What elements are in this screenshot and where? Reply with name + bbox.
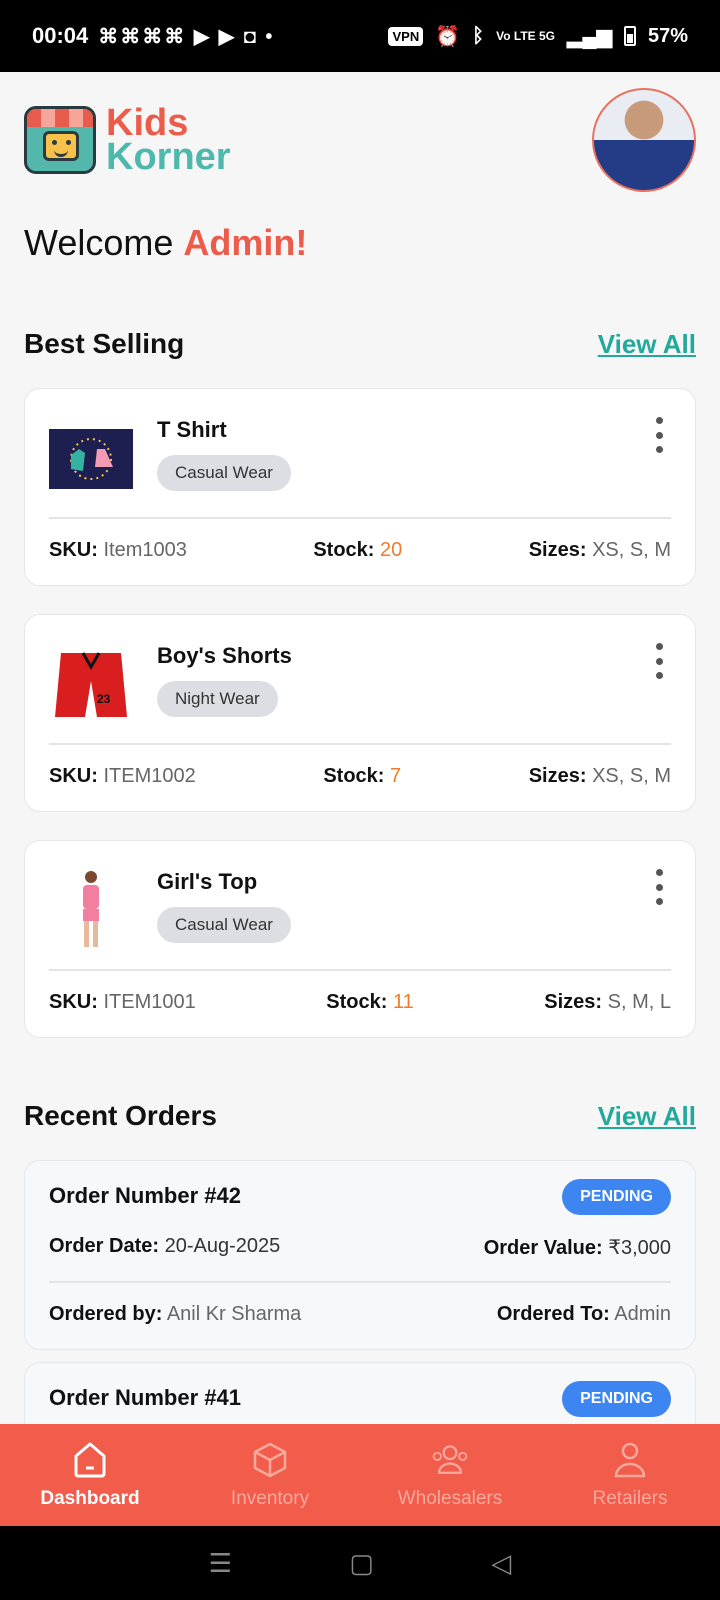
nav-label: Dashboard bbox=[40, 1488, 140, 1509]
order-value: ₹3,000 bbox=[608, 1237, 671, 1259]
sizes-value: XS, S, M bbox=[592, 539, 671, 561]
signal-icon: ▂▄▆ bbox=[567, 25, 612, 48]
nav-retailers[interactable]: Retailers bbox=[540, 1424, 720, 1526]
more-options-icon[interactable] bbox=[653, 643, 665, 679]
product-card[interactable]: 23 Boy's Shorts Night Wear SKU: ITEM1002… bbox=[24, 614, 696, 812]
user-icon bbox=[610, 1440, 650, 1480]
status-badge: PENDING bbox=[562, 1381, 671, 1417]
recent-orders-view-all-link[interactable]: View All bbox=[598, 1101, 696, 1132]
card-divider bbox=[49, 969, 671, 971]
sku-value: ITEM1002 bbox=[103, 765, 196, 787]
nav-inventory[interactable]: Inventory bbox=[180, 1424, 360, 1526]
product-meta: SKU: ITEM1002 Stock: 7 Sizes: XS, S, M bbox=[49, 765, 671, 788]
sku-label: SKU: bbox=[49, 991, 98, 1013]
order-card[interactable]: Order Number #42 PENDING Order Date: 20-… bbox=[24, 1160, 696, 1350]
home-icon bbox=[70, 1440, 110, 1480]
bottom-navigation: Dashboard Inventory Wholesalers Retailer… bbox=[0, 1424, 720, 1526]
back-icon[interactable]: ◁ bbox=[491, 1548, 511, 1579]
home-square-icon[interactable]: ▢ bbox=[349, 1548, 374, 1579]
users-icon bbox=[430, 1440, 470, 1480]
product-card[interactable]: T Shirt Casual Wear SKU: Item1003 Stock:… bbox=[24, 388, 696, 586]
stock-value: 20 bbox=[380, 539, 403, 561]
best-selling-header: Best Selling View All bbox=[24, 328, 696, 360]
app-header: Kids Korner bbox=[0, 72, 720, 222]
sizes-label: Sizes: bbox=[528, 539, 587, 561]
category-tag: Casual Wear bbox=[157, 455, 291, 491]
ordered-by-label: Ordered by: bbox=[49, 1303, 163, 1325]
status-time: 00:04 bbox=[32, 23, 89, 48]
nav-dashboard[interactable]: Dashboard bbox=[0, 1424, 180, 1526]
ordered-to-value: Admin bbox=[614, 1303, 671, 1325]
alarm-icon: ⏰ bbox=[435, 25, 461, 48]
order-date-label: Order Date: bbox=[49, 1235, 160, 1257]
product-thumbnail: 23 bbox=[49, 643, 133, 727]
welcome-name: Admin! bbox=[183, 222, 308, 263]
stock-value: 7 bbox=[390, 765, 402, 787]
sku-label: SKU: bbox=[49, 765, 98, 787]
category-tag: Casual Wear bbox=[157, 907, 291, 943]
recent-orders-header: Recent Orders View All bbox=[24, 1100, 696, 1132]
card-divider bbox=[49, 1281, 671, 1283]
svg-text:23: 23 bbox=[97, 692, 111, 706]
product-name: Boy's Shorts bbox=[157, 643, 292, 668]
nav-wholesalers[interactable]: Wholesalers bbox=[360, 1424, 540, 1526]
order-number: Order Number #42 bbox=[49, 1183, 241, 1208]
recent-orders-title: Recent Orders bbox=[24, 1100, 217, 1131]
sku-value: Item1003 bbox=[103, 539, 187, 561]
more-options-icon[interactable] bbox=[653, 417, 665, 453]
menu-icon[interactable]: ☰ bbox=[209, 1548, 232, 1579]
nav-label: Wholesalers bbox=[397, 1488, 503, 1509]
brand-line-korner: Korner bbox=[106, 136, 231, 178]
product-card[interactable]: Girl's Top Casual Wear SKU: ITEM1001 Sto… bbox=[24, 840, 696, 1038]
sizes-value: XS, S, M bbox=[592, 765, 671, 787]
brand-line-kids: Kids bbox=[106, 102, 189, 144]
sku-value: ITEM1001 bbox=[103, 991, 196, 1013]
battery-icon bbox=[623, 26, 636, 46]
sizes-label: Sizes: bbox=[528, 765, 587, 787]
vpn-icon: VPN bbox=[388, 26, 424, 46]
stock-label: Stock: bbox=[323, 765, 385, 787]
product-meta: SKU: ITEM1001 Stock: 11 Sizes: S, M, L bbox=[49, 991, 671, 1014]
box-icon bbox=[250, 1440, 290, 1480]
order-meta-row: Order Date: 20-Aug-2025 Order Value: ₹3,… bbox=[49, 1235, 671, 1260]
order-value-label: Order Value: bbox=[483, 1237, 603, 1259]
brand-name: Kids Korner bbox=[106, 102, 231, 178]
ordered-to-label: Ordered To: bbox=[496, 1303, 610, 1325]
stock-label: Stock: bbox=[326, 991, 388, 1013]
welcome-prefix: Welcome bbox=[24, 222, 184, 263]
best-selling-view-all-link[interactable]: View All bbox=[598, 329, 696, 360]
sizes-value: S, M, L bbox=[607, 991, 671, 1013]
sku-label: SKU: bbox=[49, 539, 98, 561]
sizes-label: Sizes: bbox=[544, 991, 603, 1013]
best-selling-title: Best Selling bbox=[24, 328, 185, 359]
profile-avatar[interactable] bbox=[592, 88, 696, 192]
category-tag: Night Wear bbox=[157, 681, 278, 717]
card-divider bbox=[49, 743, 671, 745]
battery-level: 57% bbox=[647, 24, 688, 47]
status-bar: 00:04 ⌘⌘⌘⌘ ▶ ▶ ◘ • VPN ⏰ ᛒ Vo LTE 5G ▂▄▆… bbox=[0, 0, 720, 72]
notification-icons: ⌘⌘⌘⌘ ▶ ▶ ◘ • bbox=[98, 25, 275, 48]
product-name: Girl's Top bbox=[157, 869, 258, 894]
shop-logo-icon bbox=[24, 106, 96, 174]
nav-label: Inventory bbox=[230, 1488, 310, 1509]
order-date-value: 20-Aug-2025 bbox=[164, 1235, 281, 1257]
order-number: Order Number #41 bbox=[49, 1385, 241, 1410]
bluetooth-icon: ᛒ bbox=[472, 24, 485, 47]
stock-value: 11 bbox=[392, 991, 414, 1013]
product-name: T Shirt bbox=[157, 417, 227, 442]
stock-label: Stock: bbox=[313, 539, 375, 561]
product-thumbnail bbox=[49, 417, 133, 501]
more-options-icon[interactable] bbox=[653, 869, 665, 905]
status-badge: PENDING bbox=[562, 1179, 671, 1215]
order-party-row: Ordered by: Anil Kr Sharma Ordered To: A… bbox=[49, 1303, 671, 1326]
welcome-heading: Welcome Admin! bbox=[24, 222, 307, 264]
ordered-by-value: Anil Kr Sharma bbox=[166, 1303, 302, 1325]
card-divider bbox=[49, 517, 671, 519]
nav-label: Retailers bbox=[592, 1488, 668, 1509]
system-navigation-bar: ☰ ▢ ◁ bbox=[0, 1526, 720, 1600]
product-meta: SKU: Item1003 Stock: 20 Sizes: XS, S, M bbox=[49, 539, 671, 562]
product-thumbnail bbox=[49, 869, 133, 953]
network-indicator: Vo LTE 5G bbox=[496, 29, 556, 43]
